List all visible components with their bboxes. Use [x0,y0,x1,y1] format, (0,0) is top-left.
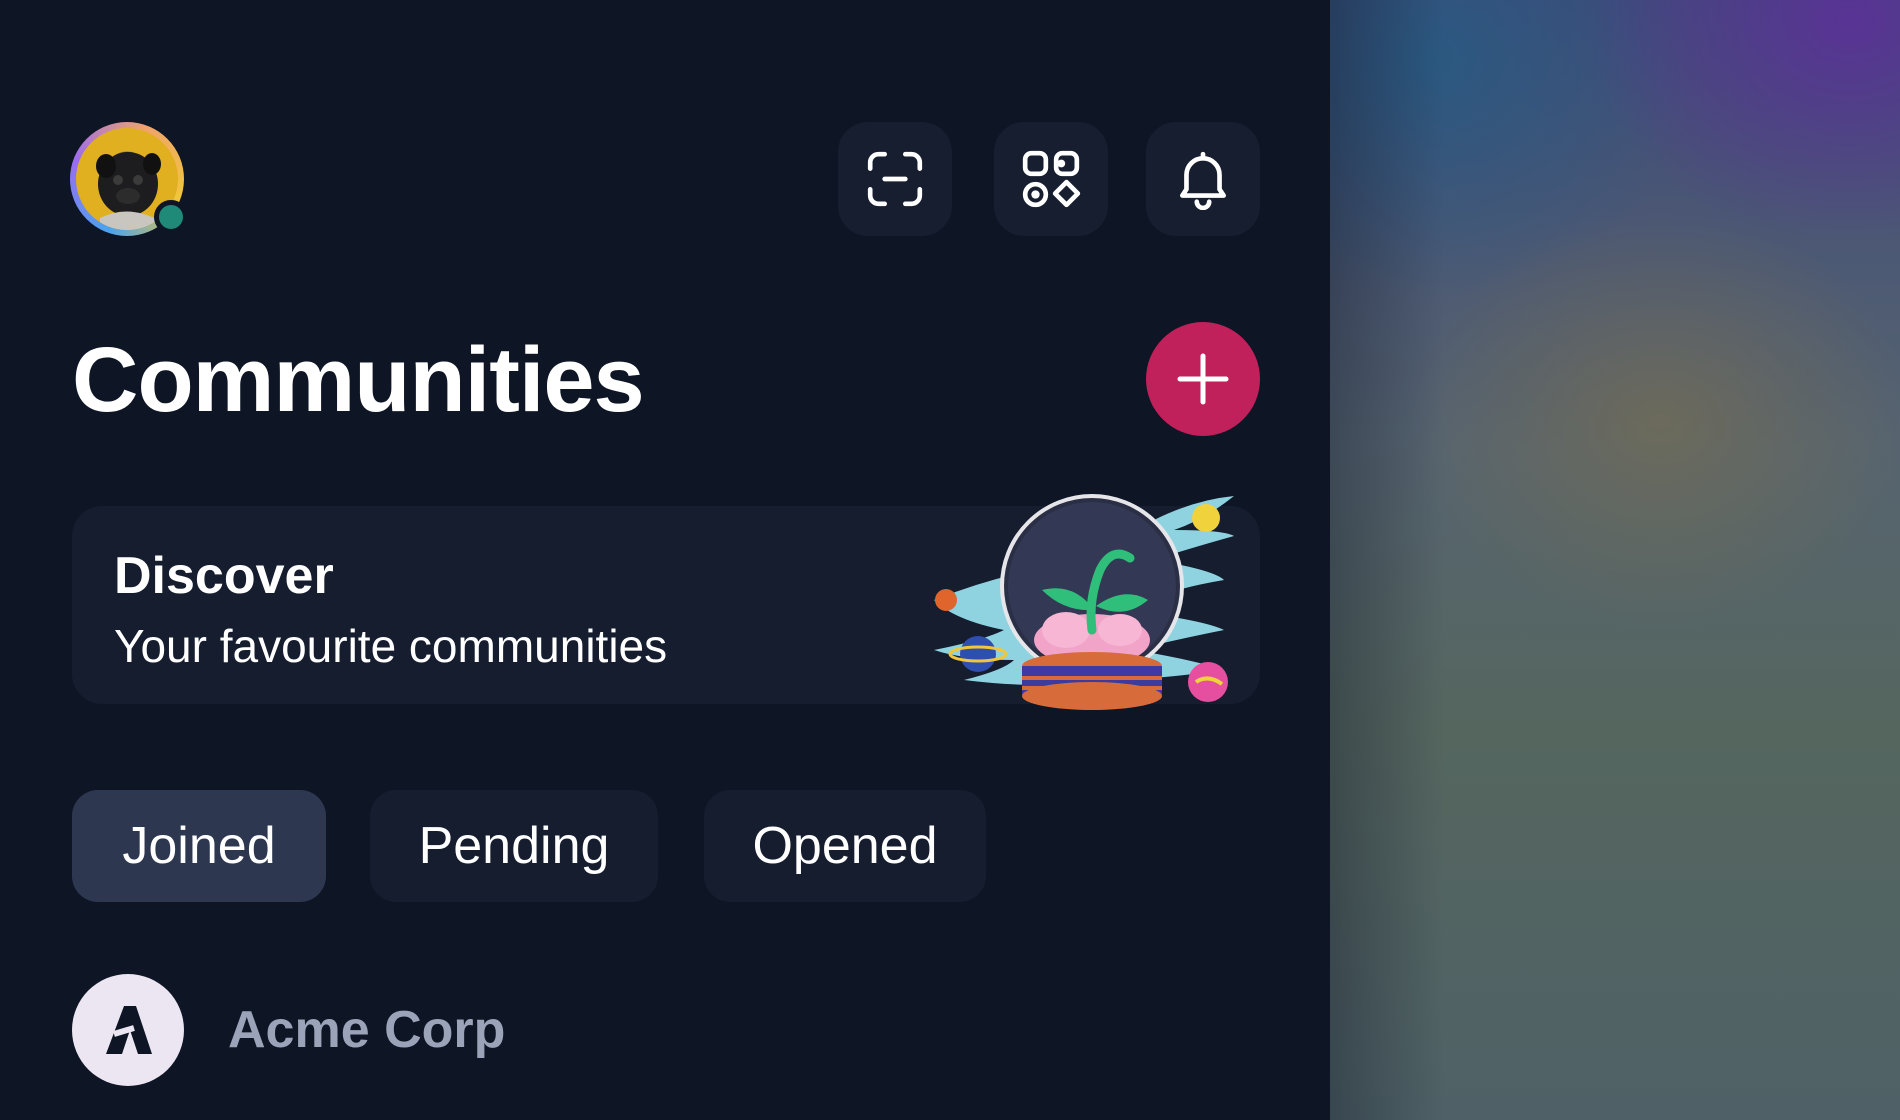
scan-icon [867,151,923,207]
tab-pending[interactable]: Pending [370,790,658,902]
scan-button[interactable] [838,122,952,236]
app-window: Communities Discover Your favourite comm… [0,0,1900,1120]
discover-title: Discover [114,547,334,605]
apps-button[interactable] [994,122,1108,236]
notifications-button[interactable] [1146,122,1260,236]
acme-logo-icon [72,974,184,1086]
blurred-background [1330,0,1900,1120]
plus-icon [1177,353,1229,405]
apps-icon [1022,150,1081,208]
bell-icon [1180,151,1226,210]
communities-panel: Communities Discover Your favourite comm… [0,0,1330,1120]
user-avatar[interactable] [70,122,188,236]
tab-joined[interactable]: Joined [72,790,326,902]
add-community-button[interactable] [1146,322,1260,436]
page-title: Communities [72,329,645,431]
community-name: Acme Corp [228,1001,506,1059]
list-item[interactable]: Acme Corp [72,974,772,1088]
snow-globe-plant-illustration [924,490,1244,720]
online-status-dot [154,200,188,234]
tab-opened[interactable]: Opened [704,790,986,902]
discover-subtitle: Your favourite communities [114,620,668,672]
